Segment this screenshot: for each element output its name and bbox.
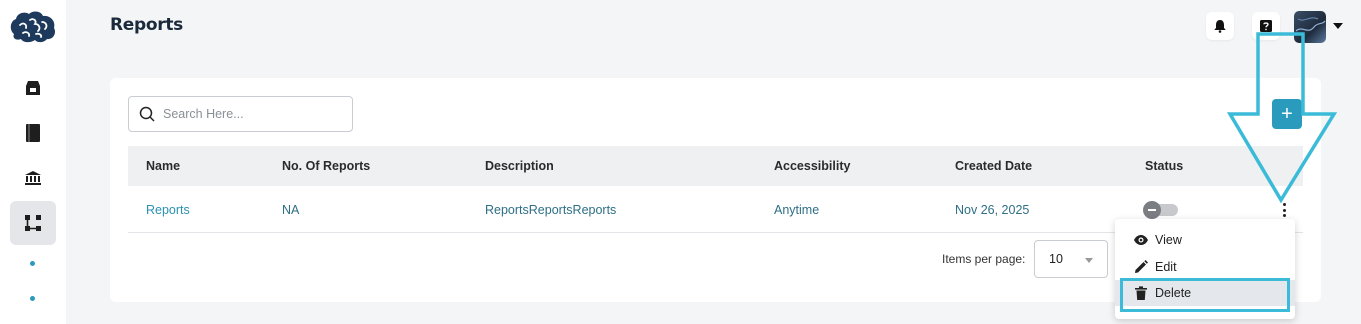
help-button[interactable]	[1252, 12, 1280, 40]
column-header-accessibility[interactable]: Accessibility	[774, 159, 850, 173]
menu-item-label: Edit	[1155, 260, 1177, 274]
search-input[interactable]	[163, 107, 333, 121]
menu-item-delete[interactable]: Delete	[1115, 280, 1295, 306]
archive-icon	[26, 81, 40, 95]
toggle-knob	[1143, 201, 1161, 219]
column-header-description[interactable]: Description	[485, 159, 554, 173]
sidebar-item-book[interactable]	[10, 111, 56, 155]
pencil-icon	[1133, 259, 1149, 275]
items-per-page-label: Items per page:	[942, 252, 1026, 266]
report-description: ReportsReportsReports	[485, 203, 617, 217]
avatar[interactable]	[1294, 11, 1326, 43]
page-title: Reports	[110, 15, 183, 35]
trash-icon	[1133, 285, 1149, 301]
sidebar-item-archive[interactable]	[10, 66, 56, 110]
menu-item-view[interactable]: View	[1115, 227, 1295, 253]
row-action-menu: View Edit Delete	[1115, 219, 1295, 319]
report-name-link[interactable]: Reports	[146, 203, 190, 217]
sidebar-subitem-dot[interactable]	[30, 261, 35, 266]
report-accessibility: Anytime	[774, 203, 820, 217]
items-per-page-value: 10	[1049, 252, 1063, 266]
items-per-page-select[interactable]: 10	[1034, 240, 1108, 278]
menu-item-label: Delete	[1155, 286, 1192, 300]
search-icon	[139, 106, 155, 122]
eye-icon	[1133, 232, 1149, 248]
notifications-button[interactable]	[1206, 12, 1234, 40]
sidebar	[0, 0, 66, 324]
column-header-created-date[interactable]: Created Date	[955, 159, 1032, 173]
bell-icon	[1214, 20, 1226, 33]
sidebar-item-bank[interactable]	[10, 156, 56, 200]
search-box[interactable]	[128, 96, 353, 132]
workflow-icon	[25, 215, 41, 231]
sidebar-subitem-dot[interactable]	[30, 296, 35, 301]
brain-logo-icon[interactable]	[8, 8, 58, 44]
add-report-button[interactable]: +	[1272, 99, 1302, 129]
report-count: NA	[282, 203, 300, 217]
sidebar-item-workflow[interactable]	[10, 201, 56, 245]
status-toggle[interactable]	[1143, 201, 1178, 219]
menu-item-edit[interactable]: Edit	[1115, 254, 1295, 280]
column-header-status[interactable]: Status	[1145, 159, 1183, 173]
menu-item-label: View	[1155, 233, 1182, 247]
more-actions-icon[interactable]	[1280, 202, 1288, 218]
chevron-down-icon	[1085, 258, 1093, 263]
table-header: Name No. Of Reports Description Accessib…	[128, 146, 1303, 186]
bank-icon	[25, 171, 41, 185]
column-header-count[interactable]: No. Of Reports	[282, 159, 370, 173]
chevron-down-icon[interactable]	[1333, 23, 1343, 29]
help-icon	[1260, 20, 1272, 32]
book-icon	[26, 124, 40, 142]
report-created-date: Nov 26, 2025	[955, 203, 1030, 217]
column-header-name[interactable]: Name	[146, 159, 180, 173]
